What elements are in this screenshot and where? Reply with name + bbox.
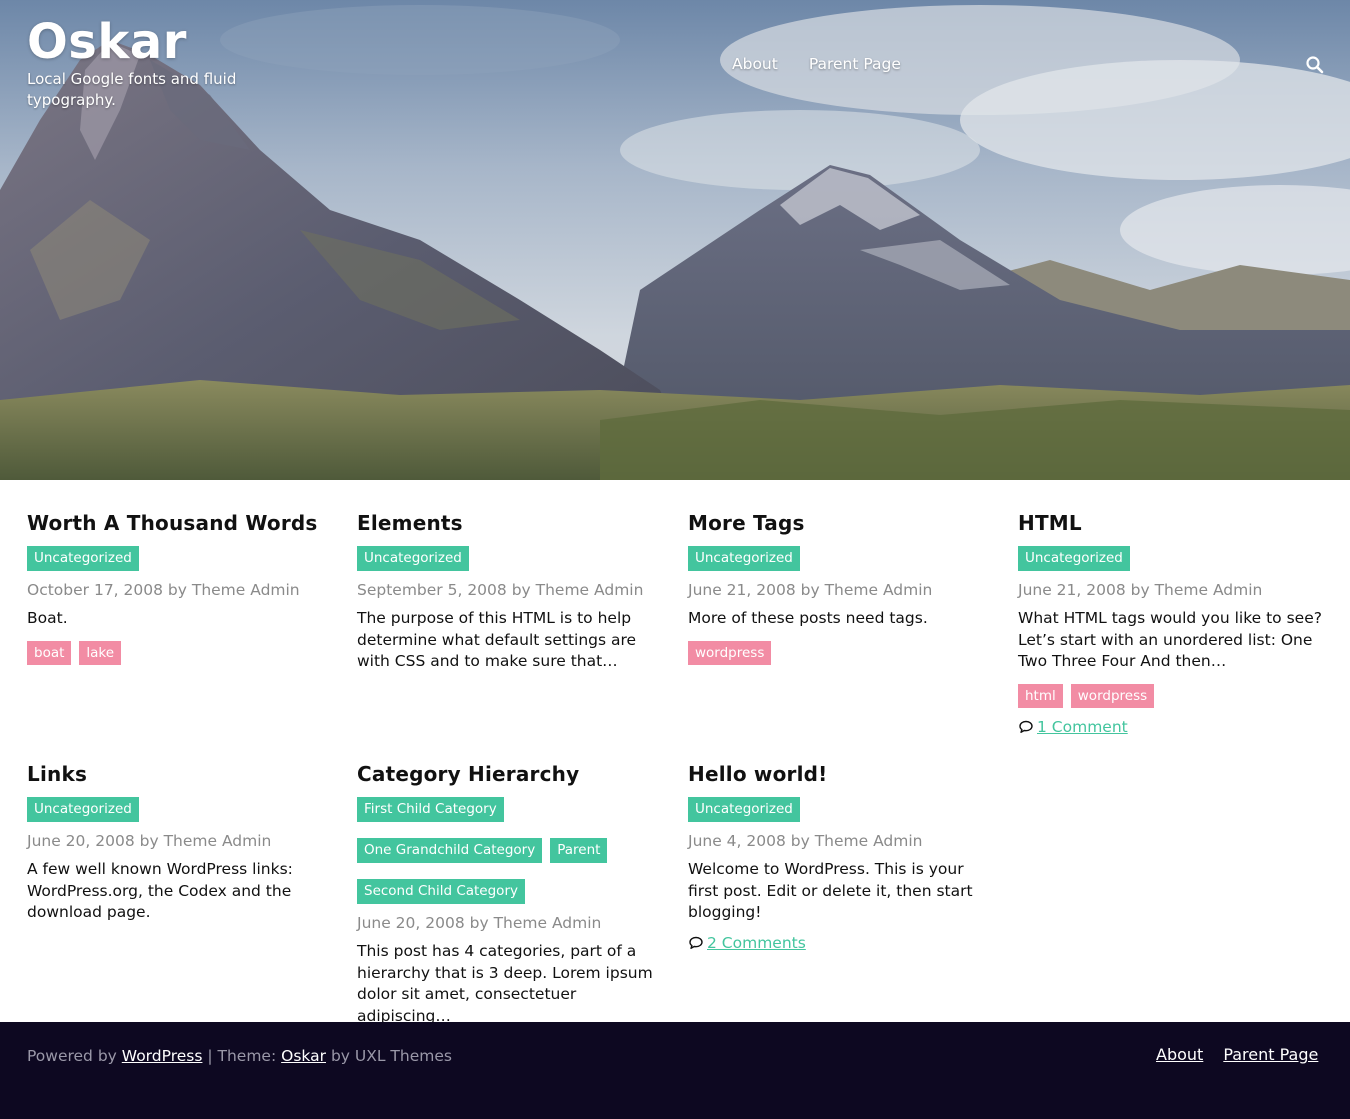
post-title[interactable]: Hello world! [688, 762, 998, 786]
category-badge[interactable]: First Child Category [357, 797, 504, 822]
post-categories: Uncategorized [27, 546, 337, 571]
powered-by-text: Powered by [27, 1047, 117, 1065]
post-meta: June 20, 2008 by Theme Admin [27, 832, 272, 850]
post-card: Elements Uncategorized September 5, 2008… [357, 511, 667, 673]
site-tagline: Local Google fonts and fluid typography. [27, 70, 237, 109]
site-header: Oskar Local Google fonts and fluid typog… [0, 0, 1350, 480]
post-tags: html wordpress [1018, 683, 1328, 708]
post-excerpt: Boat. [27, 609, 68, 627]
post-meta: October 17, 2008 by Theme Admin [27, 581, 300, 599]
post-tags: boat lake [27, 640, 337, 665]
primary-nav: About Parent Page [732, 55, 901, 73]
category-badge[interactable]: Uncategorized [688, 546, 800, 571]
category-badge[interactable]: One Grandchild Category [357, 838, 543, 863]
search-icon [1306, 56, 1324, 74]
footer-nav-about[interactable]: About [1156, 1045, 1203, 1064]
theme-author-text: by UXL Themes [330, 1047, 452, 1065]
tag-badge[interactable]: wordpress [688, 640, 772, 665]
post-title[interactable]: Worth A Thousand Words [27, 511, 337, 535]
post-comments: 1 Comment [1018, 718, 1328, 736]
post-card: Hello world! Uncategorized June 4, 2008 … [688, 762, 998, 952]
post-categories: Uncategorized [357, 546, 667, 571]
post-excerpt: This post has 4 categories, part of a hi… [357, 942, 653, 1025]
post-categories: Uncategorized [1018, 546, 1328, 571]
post-card: HTML Uncategorized June 21, 2008 by Them… [1018, 511, 1328, 736]
post-categories: First Child Category One Grandchild Cate… [357, 797, 667, 904]
post-tags: wordpress [688, 640, 998, 665]
post-title[interactable]: Links [27, 762, 337, 786]
post-title[interactable]: HTML [1018, 511, 1328, 535]
tag-badge[interactable]: lake [79, 640, 122, 665]
footer-nav: About Parent Page [1156, 1045, 1318, 1064]
comments-link[interactable]: 1 Comment [1037, 718, 1128, 736]
category-badge[interactable]: Parent [550, 838, 608, 863]
post-meta: June 20, 2008 by Theme Admin [357, 914, 602, 932]
footer-credits: Powered by WordPress | Theme: Oskar by U… [27, 1047, 452, 1065]
theme-separator-text: | Theme: [207, 1047, 277, 1065]
category-badge[interactable]: Uncategorized [1018, 546, 1130, 571]
post-categories: Uncategorized [688, 546, 998, 571]
post-card: Worth A Thousand Words Uncategorized Oct… [27, 511, 337, 665]
post-excerpt: Welcome to WordPress. This is your first… [688, 860, 973, 921]
category-badge[interactable]: Uncategorized [27, 546, 139, 571]
category-badge[interactable]: Second Child Category [357, 879, 525, 904]
comment-icon [1019, 720, 1033, 733]
category-badge[interactable]: Uncategorized [27, 797, 139, 822]
tag-badge[interactable]: boat [27, 640, 72, 665]
post-categories: Uncategorized [688, 797, 998, 822]
post-title[interactable]: More Tags [688, 511, 998, 535]
site-footer: Powered by WordPress | Theme: Oskar by U… [0, 1022, 1350, 1119]
tag-badge[interactable]: wordpress [1070, 683, 1155, 708]
post-title[interactable]: Category Hierarchy [357, 762, 667, 786]
post-meta: September 5, 2008 by Theme Admin [357, 581, 644, 599]
wordpress-link[interactable]: WordPress [122, 1047, 203, 1065]
site-title[interactable]: Oskar [27, 14, 187, 70]
comment-icon [689, 936, 703, 949]
search-button[interactable] [1305, 55, 1325, 75]
post-card: Links Uncategorized June 20, 2008 by The… [27, 762, 337, 924]
post-categories: Uncategorized [27, 797, 337, 822]
post-comments: 2 Comments [688, 934, 998, 952]
nav-parent-page[interactable]: Parent Page [809, 55, 901, 73]
post-card: Category Hierarchy First Child Category … [357, 762, 667, 1027]
post-title[interactable]: Elements [357, 511, 667, 535]
post-meta: June 21, 2008 by Theme Admin [1018, 581, 1263, 599]
nav-about[interactable]: About [732, 55, 778, 73]
post-excerpt: A few well known WordPress links: WordPr… [27, 860, 293, 921]
footer-nav-parent-page[interactable]: Parent Page [1223, 1045, 1318, 1064]
post-card: More Tags Uncategorized June 21, 2008 by… [688, 511, 998, 665]
post-meta: June 4, 2008 by Theme Admin [688, 832, 923, 850]
category-badge[interactable]: Uncategorized [688, 797, 800, 822]
comments-link[interactable]: 2 Comments [707, 934, 806, 952]
category-badge[interactable]: Uncategorized [357, 546, 469, 571]
post-meta: June 21, 2008 by Theme Admin [688, 581, 933, 599]
post-excerpt: More of these posts need tags. [688, 609, 928, 627]
post-excerpt: The purpose of this HTML is to help dete… [357, 609, 637, 670]
theme-link[interactable]: Oskar [281, 1047, 326, 1065]
post-excerpt: What HTML tags would you like to see? Le… [1018, 609, 1322, 670]
tag-badge[interactable]: html [1018, 683, 1063, 708]
